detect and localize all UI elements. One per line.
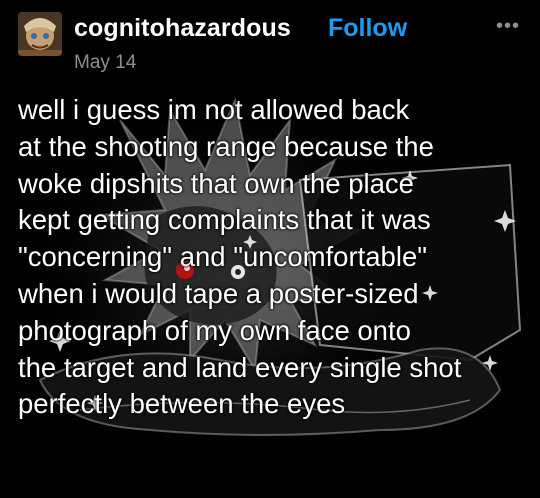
post-line: perfectly between the eyes <box>18 388 346 420</box>
post-card: cognitohazardous Follow May 14 ••• well … <box>0 0 540 498</box>
username-link[interactable]: cognitohazardous <box>74 14 291 43</box>
more-options-icon[interactable]: ••• <box>496 16 520 36</box>
post-line: at the shooting range because the <box>18 130 434 162</box>
post-line: woke dipshits that own the place <box>18 167 414 199</box>
post-line: kept getting complaints that it was <box>18 204 431 236</box>
post-line: well i guess im not allowed back <box>18 94 410 125</box>
post-line: the target and land every single shot <box>18 351 462 383</box>
post-header: cognitohazardous Follow May 14 ••• <box>18 12 528 78</box>
post-line: "concerning" and "uncomfortable" <box>18 241 428 273</box>
post-line: photograph of my own face onto <box>18 314 411 346</box>
follow-button[interactable]: Follow <box>328 14 407 43</box>
avatar-image <box>18 12 62 56</box>
avatar[interactable] <box>18 12 62 56</box>
post-body: well i guess im not allowed back at the … <box>18 92 522 423</box>
post-date: May 14 <box>74 52 137 73</box>
post-line: when i would tape a poster-sized <box>18 277 419 309</box>
